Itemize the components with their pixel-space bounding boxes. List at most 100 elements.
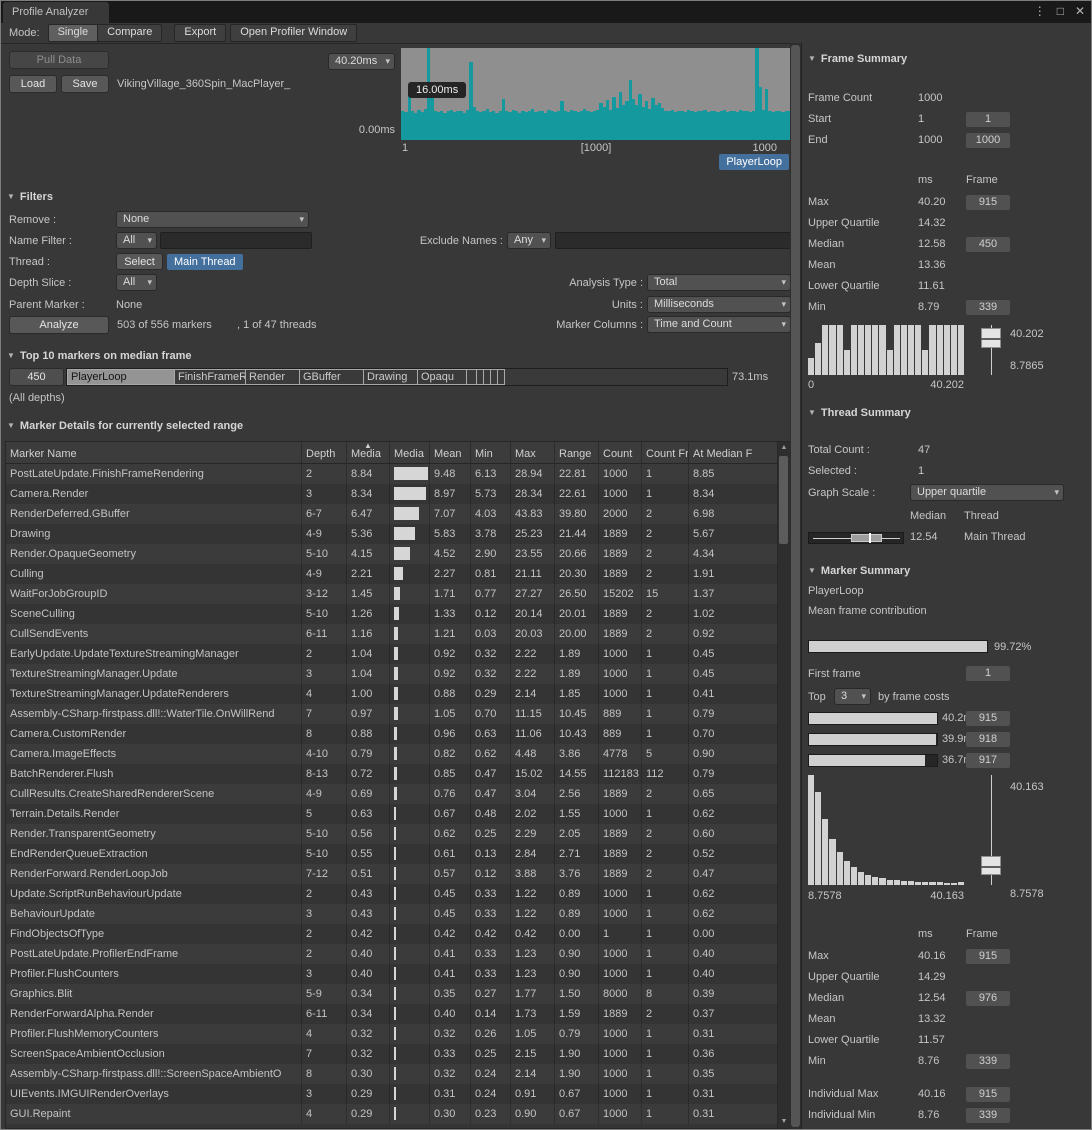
- column-header[interactable]: Max: [511, 442, 555, 463]
- units-dropdown[interactable]: Milliseconds ▾: [647, 296, 791, 313]
- table-row[interactable]: Profiler.FlushCounters30.400.410.331.230…: [6, 964, 778, 984]
- thread-summary-header[interactable]: ▼Thread Summary: [808, 407, 911, 419]
- frame-index-button[interactable]: 917: [966, 753, 1010, 768]
- top10-section-header[interactable]: ▼Top 10 markers on median frame: [7, 350, 192, 362]
- table-row[interactable]: CullSendEvents6-111.161.210.0320.0320.00…: [6, 624, 778, 644]
- maximize-icon[interactable]: □: [1057, 4, 1064, 18]
- table-row[interactable]: Culling4-92.212.270.8121.1120.30188921.9…: [6, 564, 778, 584]
- column-header[interactable]: Range: [555, 442, 599, 463]
- table-row[interactable]: Terrain.Details.Render50.630.670.482.021…: [6, 804, 778, 824]
- column-header[interactable]: Count Fra: [642, 442, 689, 463]
- column-header[interactable]: Depth: [302, 442, 347, 463]
- save-button[interactable]: Save: [61, 75, 109, 93]
- frame-index-button[interactable]: 1: [966, 666, 1010, 681]
- frame-index-button[interactable]: 339: [966, 300, 1010, 315]
- table-row[interactable]: Assembly-CSharp-firstpass.dll!::WaterTil…: [6, 704, 778, 724]
- frame-range-dropdown[interactable]: 40.20ms ▾: [328, 53, 395, 70]
- table-row[interactable]: UIEvents.IMGUIRenderOverlays30.290.310.2…: [6, 1084, 778, 1104]
- mode-single-button[interactable]: Single: [48, 24, 99, 42]
- kebab-menu-icon[interactable]: ⋮: [1034, 4, 1046, 18]
- top-n-dropdown[interactable]: 3 ▾: [834, 688, 871, 705]
- pane-scrollbar-thumb[interactable]: [791, 45, 800, 1127]
- top10-segment[interactable]: Opaqu: [418, 369, 467, 385]
- frame-time-chart[interactable]: 16.00ms: [401, 48, 791, 140]
- table-row[interactable]: Camera.CustomRender80.880.960.6311.0610.…: [6, 724, 778, 744]
- frame-index-button[interactable]: 915: [966, 1087, 1010, 1102]
- frame-index-button[interactable]: 450: [966, 237, 1010, 252]
- scroll-up-icon[interactable]: ▲: [778, 442, 790, 454]
- top10-segment[interactable]: GBuffer: [300, 369, 364, 385]
- table-row[interactable]: PostLateUpdate.ProfilerEndFrame20.400.41…: [6, 944, 778, 964]
- mode-compare-button[interactable]: Compare: [98, 24, 162, 42]
- analyze-button[interactable]: Analyze: [9, 316, 109, 334]
- frame-index-button[interactable]: 339: [966, 1054, 1010, 1069]
- selected-marker-chip[interactable]: PlayerLoop: [719, 154, 789, 170]
- table-row[interactable]: Drawing4-95.365.833.7825.2321.44188925.6…: [6, 524, 778, 544]
- table-row[interactable]: EarlyUpdate.UpdateTextureStreamingManage…: [6, 644, 778, 664]
- export-button[interactable]: Export: [174, 24, 226, 42]
- column-header[interactable]: Mean: [430, 442, 471, 463]
- frame-index-button[interactable]: 339: [966, 1108, 1010, 1123]
- table-row[interactable]: Render.TransparentGeometry5-100.560.620.…: [6, 824, 778, 844]
- close-icon[interactable]: ✕: [1075, 4, 1085, 18]
- marker-details-section-header[interactable]: ▼Marker Details for currently selected r…: [7, 420, 243, 432]
- table-row[interactable]: WaitForJobGroupID3-121.451.710.7727.2726…: [6, 584, 778, 604]
- median-frame-button[interactable]: 450: [9, 368, 64, 386]
- table-row[interactable]: RenderDeferred.GBuffer6-76.477.074.0343.…: [6, 504, 778, 524]
- open-profiler-window-button[interactable]: Open Profiler Window: [230, 24, 357, 42]
- frame-index-button[interactable]: 915: [966, 949, 1010, 964]
- table-row[interactable]: GUI.Repaint40.290.300.230.900.67100010.3…: [6, 1104, 778, 1124]
- table-row[interactable]: SceneCulling5-101.261.330.1220.1420.0118…: [6, 604, 778, 624]
- graph-scale-dropdown[interactable]: Upper quartile ▾: [910, 484, 1064, 501]
- scrollbar-thumb[interactable]: [779, 456, 788, 544]
- window-tab[interactable]: Profile Analyzer: [3, 2, 109, 23]
- depth-slice-dropdown[interactable]: All ▾: [116, 274, 157, 291]
- frame-index-button[interactable]: 1: [966, 112, 1010, 127]
- column-header[interactable]: Count: [599, 442, 642, 463]
- top10-segment[interactable]: [467, 369, 477, 385]
- table-row[interactable]: RenderForwardAlpha.Render6-110.340.400.1…: [6, 1004, 778, 1024]
- name-filter-input[interactable]: [160, 232, 312, 249]
- table-row[interactable]: Camera.Render38.348.975.7328.3422.611000…: [6, 484, 778, 504]
- top10-segment[interactable]: FinishFrameR: [175, 369, 246, 385]
- thread-selection-chip[interactable]: Main Thread: [167, 254, 243, 270]
- frame-index-button[interactable]: 976: [966, 991, 1010, 1006]
- frame-index-button[interactable]: 915: [966, 711, 1010, 726]
- analysis-type-dropdown[interactable]: Total ▾: [647, 274, 791, 291]
- thread-select-button[interactable]: Select: [116, 253, 163, 270]
- frame-index-button[interactable]: 918: [966, 732, 1010, 747]
- scroll-down-icon[interactable]: ▼: [778, 1116, 790, 1128]
- table-row[interactable]: Profiler.FlushMemoryCounters40.320.320.2…: [6, 1024, 778, 1044]
- top10-segment[interactable]: Drawing: [364, 369, 418, 385]
- column-header[interactable]: Media: [390, 442, 430, 463]
- column-header[interactable]: Min: [471, 442, 511, 463]
- top10-segment[interactable]: Render: [246, 369, 300, 385]
- table-row[interactable]: RenderForward.RenderLoopJob7-120.510.570…: [6, 864, 778, 884]
- remove-dropdown[interactable]: None ▾: [116, 211, 309, 228]
- table-row[interactable]: EndRenderQueueExtraction5-100.550.610.13…: [6, 844, 778, 864]
- top10-segment[interactable]: [484, 369, 491, 385]
- table-row[interactable]: BatchRenderer.Flush8-130.720.850.4715.02…: [6, 764, 778, 784]
- table-row[interactable]: BehaviourUpdate30.430.450.331.220.891000…: [6, 904, 778, 924]
- frame-summary-header[interactable]: ▼Frame Summary: [808, 53, 907, 65]
- top10-segment[interactable]: [498, 369, 505, 385]
- table-row[interactable]: Assembly-CSharp-firstpass.dll!::ScreenSp…: [6, 1064, 778, 1084]
- table-row[interactable]: CullResults.CreateSharedRendererScene4-9…: [6, 784, 778, 804]
- table-row[interactable]: ScreenSpaceAmbientOcclusion70.320.330.25…: [6, 1044, 778, 1064]
- marker-summary-header[interactable]: ▼Marker Summary: [808, 565, 910, 577]
- table-row[interactable]: Camera.ImageEffects4-100.790.820.624.483…: [6, 744, 778, 764]
- top10-segment[interactable]: [491, 369, 498, 385]
- top10-segment[interactable]: [477, 369, 484, 385]
- table-row[interactable]: Render.OpaqueGeometry5-104.154.522.9023.…: [6, 544, 778, 564]
- column-header[interactable]: Media▲: [347, 442, 390, 463]
- pull-data-button[interactable]: Pull Data: [9, 51, 109, 69]
- table-row[interactable]: Update.ScriptRunBehaviourUpdate20.430.45…: [6, 884, 778, 904]
- filters-section-header[interactable]: ▼Filters: [7, 191, 53, 203]
- table-row[interactable]: FindObjectsOfType20.420.420.420.420.0011…: [6, 924, 778, 944]
- frame-index-button[interactable]: 1000: [966, 133, 1010, 148]
- exclude-mode-dropdown[interactable]: Any ▾: [507, 232, 551, 249]
- load-button[interactable]: Load: [9, 75, 57, 93]
- top10-segment[interactable]: PlayerLoop: [67, 369, 175, 385]
- name-filter-mode-dropdown[interactable]: All ▾: [116, 232, 157, 249]
- column-header[interactable]: Marker Name: [6, 442, 302, 463]
